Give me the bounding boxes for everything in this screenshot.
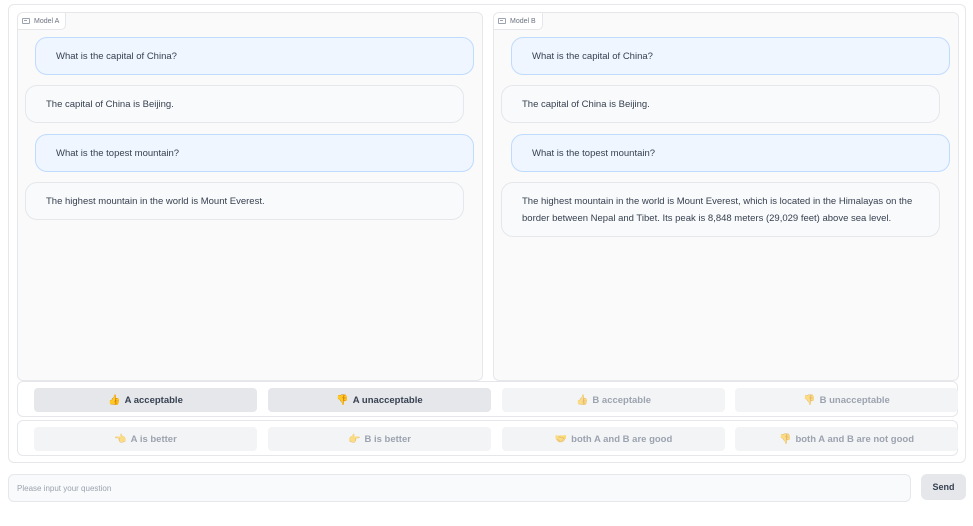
- button-label: B unacceptable: [819, 394, 890, 406]
- question-input-placeholder: Please input your question: [17, 483, 112, 493]
- message-text: What is the topest mountain?: [532, 147, 656, 159]
- b-acceptable-button[interactable]: 👍 B acceptable: [502, 388, 725, 412]
- b-unacceptable-button[interactable]: 👎 B unacceptable: [735, 388, 958, 412]
- bot-message: The highest mountain in the world is Mou…: [501, 182, 940, 237]
- a-acceptable-button[interactable]: 👍 A acceptable: [34, 388, 257, 412]
- user-message: What is the capital of China?: [35, 37, 474, 75]
- message-text: What is the capital of China?: [56, 50, 177, 62]
- handshake-icon: 🤝: [554, 433, 568, 445]
- panel-title-b: Model B: [510, 17, 536, 25]
- button-label: A acceptable: [124, 394, 183, 406]
- send-button[interactable]: Send: [921, 474, 966, 500]
- chatbot-panel-b[interactable]: Model B What is the capital of China? Th…: [493, 12, 959, 381]
- message-text: The capital of China is Beijing.: [46, 98, 174, 110]
- message-text: What is the topest mountain?: [56, 147, 180, 159]
- button-label: both A and B are good: [571, 433, 673, 445]
- user-message: What is the topest mountain?: [35, 134, 474, 172]
- b-is-better-button[interactable]: 👉 B is better: [268, 427, 491, 451]
- button-label: B is better: [364, 433, 411, 445]
- message-text: The highest mountain in the world is Mou…: [46, 195, 265, 207]
- thumbs-down-icon: 👎: [803, 394, 816, 406]
- question-input[interactable]: Please input your question: [8, 474, 911, 502]
- panel-label-b: Model B: [494, 13, 543, 30]
- message-text: The capital of China is Beijing.: [522, 98, 650, 110]
- panel-title-a: Model A: [34, 17, 60, 25]
- message-text-line: border between Nepal and Tibet. Its peak…: [522, 213, 892, 224]
- vote-row-comparison: 👈 A is better 👉 B is better 🤝 both A and…: [17, 420, 958, 456]
- chat-icon: [22, 18, 30, 24]
- arena-container: Model A What is the capital of China? Th…: [8, 4, 966, 463]
- thumbs-down-icon: 👎: [778, 433, 792, 445]
- user-message: What is the topest mountain?: [511, 134, 950, 172]
- message-text: What is the capital of China?: [532, 50, 653, 62]
- user-message: What is the capital of China?: [511, 37, 950, 75]
- thumbs-up-icon: 👍: [108, 394, 121, 406]
- panel-label-a: Model A: [18, 13, 67, 30]
- button-label: B acceptable: [592, 394, 652, 406]
- bot-message: The highest mountain in the world is Mou…: [25, 182, 464, 220]
- button-label: A is better: [130, 433, 177, 445]
- both-good-button[interactable]: 🤝 both A and B are good: [502, 427, 725, 451]
- thumbs-up-icon: 👍: [575, 394, 589, 406]
- thumbs-down-icon: 👎: [336, 394, 349, 406]
- message-text-line: The highest mountain in the world is Mou…: [522, 196, 913, 207]
- a-is-better-button[interactable]: 👈 A is better: [34, 427, 257, 451]
- pointing-right-icon: 👉: [348, 433, 361, 445]
- both-not-good-button[interactable]: 👎 both A and B are not good: [735, 427, 958, 451]
- pointing-left-icon: 👈: [114, 433, 127, 445]
- chatbot-panel-a[interactable]: Model A What is the capital of China? Th…: [17, 12, 483, 381]
- vote-row-acceptability: 👍 A acceptable 👎 A unacceptable 👍 B acce…: [17, 381, 958, 417]
- chat-icon: [498, 18, 506, 24]
- bot-message: The capital of China is Beijing.: [501, 85, 940, 123]
- bot-message: The capital of China is Beijing.: [25, 85, 464, 123]
- a-unacceptable-button[interactable]: 👎 A unacceptable: [268, 388, 491, 412]
- button-label: both A and B are not good: [795, 433, 914, 445]
- button-label: A unacceptable: [352, 394, 423, 406]
